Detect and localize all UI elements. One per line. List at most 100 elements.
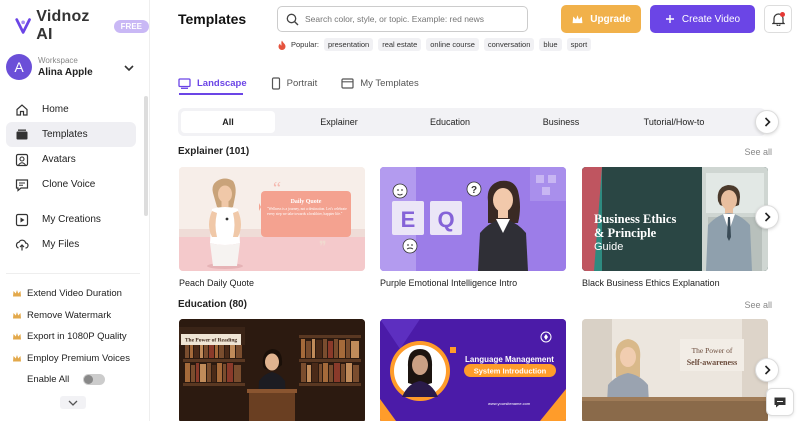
card-heading-line: Self-awareness [687, 358, 738, 367]
sidebar-item-clone-voice[interactable]: Clone Voice [6, 172, 136, 197]
home-icon [14, 102, 30, 118]
active-tab-indicator [179, 93, 243, 95]
clone-voice-icon [14, 177, 30, 193]
template-card-language-management[interactable]: Language Management System Introduction … [380, 319, 566, 421]
collapse-perks-button[interactable] [60, 396, 86, 409]
popular-tag[interactable]: presentation [323, 38, 374, 51]
template-thumbnail: E Q ? [380, 167, 566, 271]
sidebar-item-templates[interactable]: Templates [6, 122, 136, 147]
card-title[interactable]: Black Business Ethics Explanation [582, 278, 720, 288]
enable-all-row: Enable All [27, 374, 106, 385]
see-all-education[interactable]: See all [744, 300, 772, 310]
chevron-right-icon [764, 212, 771, 222]
upgrade-label: Upgrade [590, 13, 631, 25]
crown-icon [13, 290, 21, 297]
template-card-self-awareness[interactable]: The Power of Self-awareness [582, 319, 768, 421]
creations-icon [14, 212, 30, 228]
perk-label: Export in 1080P Quality [27, 331, 127, 343]
logo[interactable]: Vidnoz AI FREE [14, 8, 149, 44]
free-badge: FREE [113, 19, 149, 33]
perk-item[interactable]: Export in 1080P Quality [12, 326, 130, 348]
card-title[interactable]: Purple Emotional Intelligence Intro [380, 278, 517, 288]
tab-label: Landscape [197, 77, 247, 89]
portrait-icon [271, 76, 280, 90]
quote-body: "Wellness is a journey, not a destinatio… [267, 207, 347, 216]
tab-my-templates[interactable]: My Templates [341, 72, 442, 94]
see-all-explainer[interactable]: See all [744, 147, 772, 157]
chevron-down-icon [68, 400, 78, 406]
sidebar-item-home[interactable]: Home [6, 97, 136, 122]
template-card-peach-daily-quote[interactable]: Daily Quote "Wellness is a journey, not … [179, 167, 365, 271]
search-icon [286, 13, 299, 25]
perk-item[interactable]: Extend Video Duration [12, 283, 130, 305]
sidebar-item-avatars[interactable]: Avatars [6, 147, 136, 172]
search-box[interactable] [277, 6, 528, 32]
card-heading-line: System Introduction [474, 367, 547, 376]
category-next-button[interactable] [755, 110, 779, 134]
education-next-button[interactable] [755, 358, 779, 382]
template-card-business-ethics[interactable]: Business Ethics & Principle Guide [582, 167, 768, 271]
card-heading-line: & Principle [594, 226, 657, 240]
popular-tag[interactable]: real estate [378, 38, 422, 51]
svg-text:“: “ [273, 178, 281, 198]
template-card-purple-eq[interactable]: E Q ? [380, 167, 566, 271]
page-title: Templates [178, 11, 247, 27]
sidebar-nav: Home Templates Avatars Clone Voice My Cr… [6, 97, 136, 257]
workspace-switcher[interactable]: A Workspace Alina Apple [6, 50, 140, 84]
svg-text:❞: ❞ [319, 240, 327, 255]
popular-tag[interactable]: sport [566, 38, 592, 51]
sidebar-item-my-files[interactable]: My Files [6, 232, 136, 257]
tab-landscape[interactable]: Landscape [178, 72, 271, 94]
enable-all-label: Enable All [27, 374, 70, 385]
section-title-education: Education (80) [178, 299, 247, 310]
card-url: www.yoursitename.com [488, 401, 531, 406]
perk-label: Employ Premium Voices [27, 352, 130, 364]
svg-text:E: E [401, 207, 416, 232]
workspace-label: Workspace [38, 56, 78, 65]
sidebar-divider [6, 273, 140, 274]
crown-icon [13, 333, 21, 340]
card-heading-line: Language Management [465, 355, 554, 364]
enable-all-toggle[interactable] [83, 374, 106, 385]
orientation-tabs: Landscape Portrait My Templates [178, 72, 443, 94]
my-templates-icon [341, 77, 354, 89]
template-thumbnail: Business Ethics & Principle Guide [582, 167, 768, 271]
category-tab-business[interactable]: Business [514, 111, 608, 133]
card-title[interactable]: Peach Daily Quote [179, 278, 254, 288]
upgrade-button[interactable]: Upgrade [561, 5, 641, 33]
tab-portrait[interactable]: Portrait [271, 72, 342, 94]
category-tab-all[interactable]: All [181, 111, 275, 133]
category-tab-explainer[interactable]: Explainer [292, 111, 386, 133]
sidebar-item-label: My Files [42, 239, 80, 250]
template-thumbnail: The Power of Reading [179, 319, 365, 421]
card-sign-text: The Power of Reading [185, 338, 238, 344]
support-chat-button[interactable] [766, 388, 794, 416]
sidebar-item-my-creations[interactable]: My Creations [6, 207, 136, 232]
search-input[interactable] [305, 14, 515, 24]
create-video-button[interactable]: Create Video [650, 5, 755, 33]
sidebar-item-label: My Creations [42, 214, 101, 225]
notifications-button[interactable] [764, 5, 792, 33]
template-card-power-of-reading[interactable]: The Power of Reading [179, 319, 365, 421]
landscape-icon [178, 77, 191, 89]
popular-tag[interactable]: conversation [483, 38, 535, 51]
perk-label: Remove Watermark [27, 309, 112, 321]
template-thumbnail: Daily Quote "Wellness is a journey, not … [179, 167, 365, 271]
category-tab-education[interactable]: Education [403, 111, 497, 133]
sidebar-scrollbar[interactable] [144, 96, 148, 216]
card-heading-line: Business Ethics [594, 212, 676, 226]
svg-text:Q: Q [437, 207, 454, 232]
category-tabs: All Explainer Education Business Tutoria… [178, 108, 766, 136]
crown-icon [572, 14, 583, 23]
avatar: A [6, 54, 32, 80]
avatars-icon [14, 152, 30, 168]
sidebar: Vidnoz AI FREE A Workspace Alina Apple H… [0, 0, 150, 421]
card-heading-line: The Power of [692, 346, 733, 355]
category-tab-tutorial[interactable]: Tutorial/How-to [627, 111, 721, 133]
perk-item[interactable]: Remove Watermark [12, 305, 130, 327]
explainer-next-button[interactable] [755, 205, 779, 229]
perk-item[interactable]: Employ Premium Voices [12, 348, 130, 370]
popular-tag[interactable]: online course [426, 38, 479, 51]
quote-heading: Daily Quote [291, 199, 322, 205]
popular-tag[interactable]: blue [539, 38, 562, 51]
